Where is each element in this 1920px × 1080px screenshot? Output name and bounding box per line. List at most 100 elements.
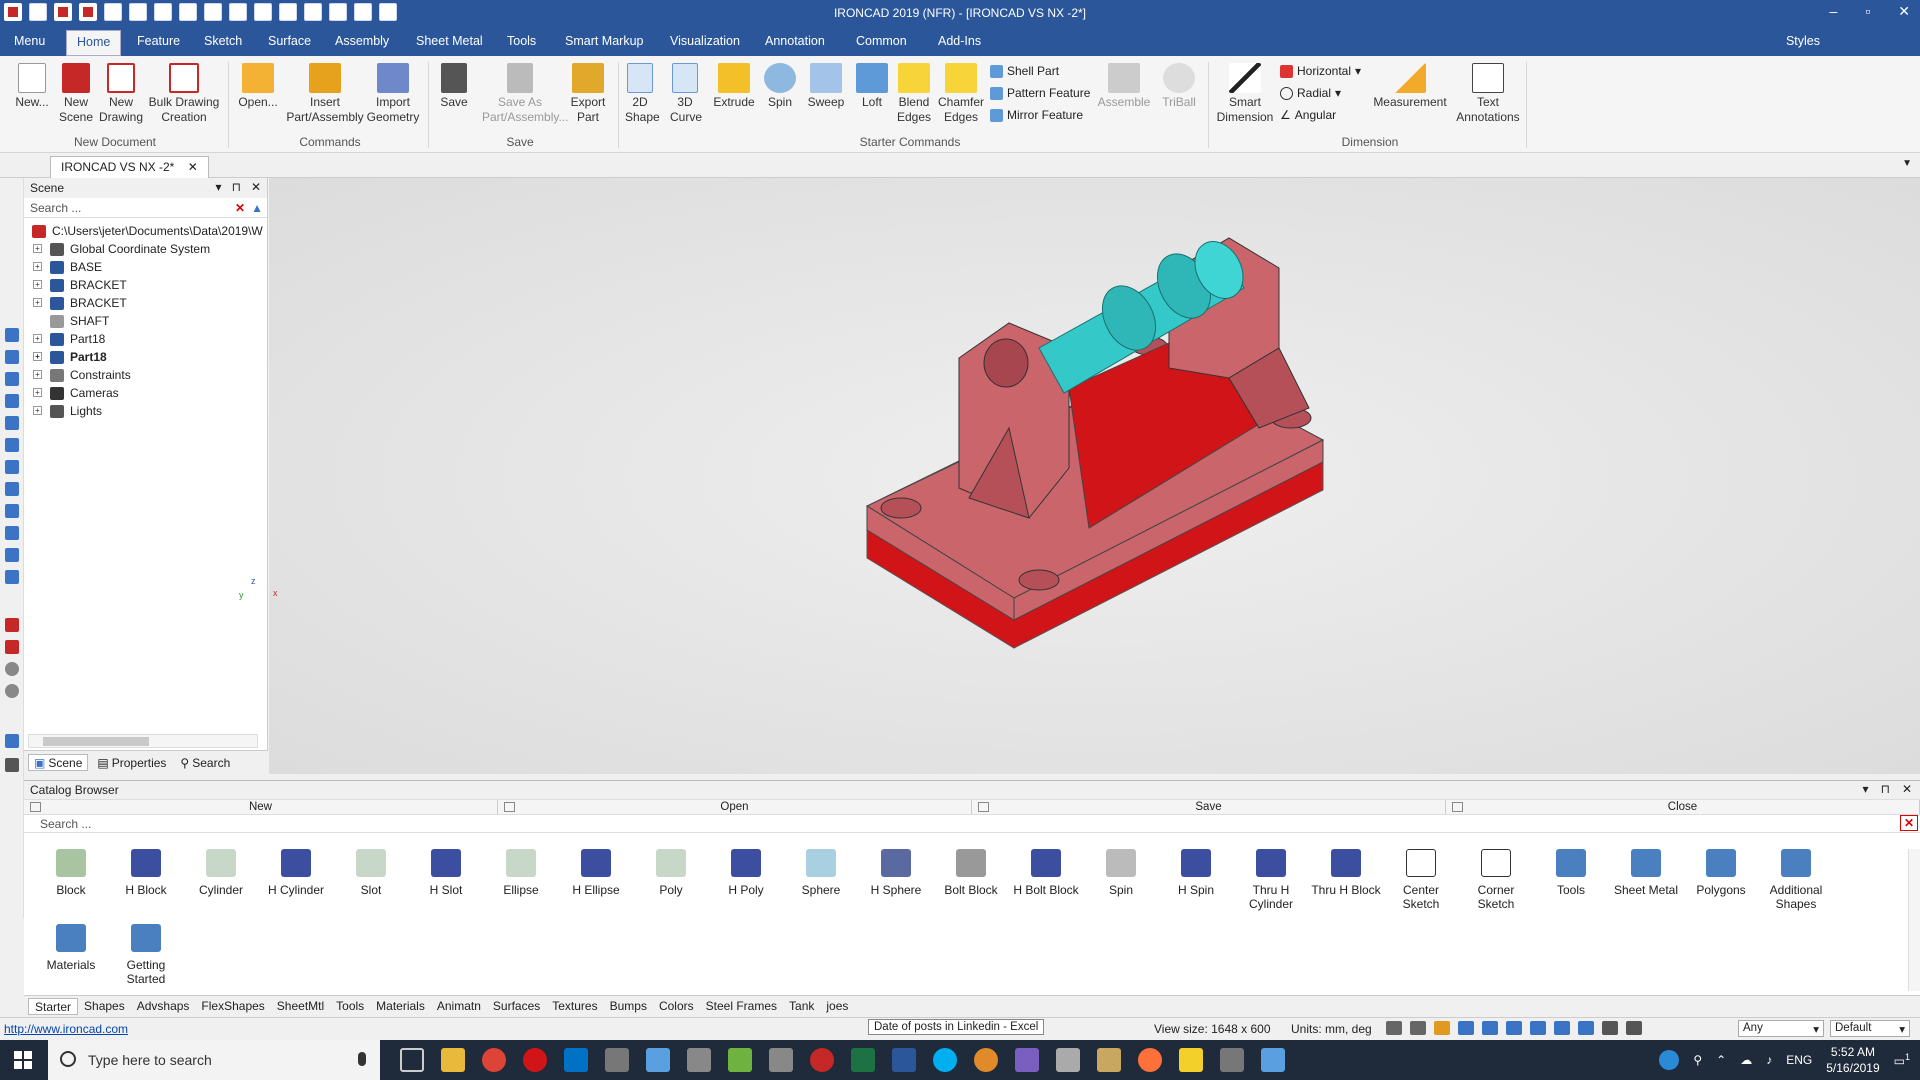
tab-feature[interactable]: Feature xyxy=(137,34,180,48)
tool-icon[interactable] xyxy=(5,734,19,748)
tree-item[interactable]: + Lights xyxy=(24,402,268,420)
tree-item[interactable]: + Part18 xyxy=(24,330,268,348)
volume-icon[interactable]: ♪ xyxy=(1766,1053,1772,1067)
start-button[interactable] xyxy=(14,1051,32,1069)
tab-home[interactable]: Home xyxy=(66,30,122,56)
catalog-item[interactable]: H Spin xyxy=(1159,849,1233,897)
tool-icon[interactable] xyxy=(5,662,19,676)
catalog-item[interactable]: H Ellipse xyxy=(559,849,633,897)
section-icon[interactable] xyxy=(1506,1021,1522,1035)
light-icon[interactable] xyxy=(1578,1021,1594,1035)
close-icon[interactable]: ✕ xyxy=(188,160,198,174)
tab-add-ins[interactable]: Add-Ins xyxy=(938,34,981,48)
microphone-icon[interactable] xyxy=(358,1052,366,1066)
tab-smart-markup[interactable]: Smart Markup xyxy=(565,34,644,48)
catalog-item[interactable]: Corner Sketch xyxy=(1459,849,1533,911)
new-scene-button[interactable]: New Scene xyxy=(56,63,96,125)
chevron-down-icon[interactable]: ▾ xyxy=(216,180,222,194)
tool-icon[interactable] xyxy=(5,394,19,408)
extrude-button[interactable]: Extrude xyxy=(710,63,758,110)
open-button[interactable]: Open... xyxy=(234,63,282,110)
measurement-button[interactable]: Measurement xyxy=(1368,63,1452,110)
tab-search[interactable]: ⚲ Search xyxy=(175,754,235,771)
tree-item[interactable]: + BRACKET xyxy=(24,294,268,312)
catalog-tab[interactable]: Textures xyxy=(546,998,603,1015)
catalog-item[interactable]: Additional Shapes xyxy=(1759,849,1833,911)
2d-shape-button[interactable]: 2D Shape xyxy=(620,63,660,125)
chamfer-edges-button[interactable]: Chamfer Edges xyxy=(936,63,986,125)
style-select[interactable]: Default ▾ xyxy=(1830,1020,1910,1037)
close-icon[interactable]: ✕ xyxy=(251,180,261,194)
catalog-item[interactable]: H Slot xyxy=(409,849,483,897)
task-view-icon[interactable] xyxy=(400,1048,424,1072)
catalog-item[interactable]: H Block xyxy=(109,849,183,897)
app-icon[interactable] xyxy=(687,1048,711,1072)
radial-dimension-button[interactable]: Radial ▾ xyxy=(1280,86,1341,100)
app-icon[interactable] xyxy=(646,1048,670,1072)
tree-item[interactable]: + Global Coordinate System xyxy=(24,240,268,258)
catalog-item[interactable]: Tools xyxy=(1534,849,1608,897)
catalog-tab[interactable]: Animatn xyxy=(431,998,487,1015)
catalog-search-input[interactable]: Search ... ✕ xyxy=(24,815,1920,833)
tool-icon[interactable] xyxy=(5,526,19,540)
tree-root[interactable]: C:\Users\jeter\Documents\Data\2019\W xyxy=(24,222,268,240)
zoom-icon[interactable] xyxy=(1386,1021,1402,1035)
catalog-item[interactable]: Spin xyxy=(1084,849,1158,897)
calculator-icon[interactable] xyxy=(1056,1048,1080,1072)
close-button[interactable]: ✕ xyxy=(1898,3,1910,20)
catalog-tab[interactable]: Tank xyxy=(783,998,820,1015)
expand-icon[interactable]: + xyxy=(33,388,42,397)
catalog-tab[interactable]: Materials xyxy=(370,998,431,1015)
document-tab[interactable]: IRONCAD VS NX -2* ✕ xyxy=(50,156,209,178)
tab-annotation[interactable]: Annotation xyxy=(765,34,825,48)
catalog-item[interactable]: Materials xyxy=(34,924,108,972)
catalog-open-button[interactable]: Open xyxy=(498,800,972,814)
part-model[interactable] xyxy=(240,178,1920,774)
catalog-tab[interactable]: SheetMtl xyxy=(271,998,330,1015)
chrome-icon[interactable] xyxy=(482,1048,506,1072)
new-button[interactable]: New... xyxy=(10,63,54,110)
skype-icon[interactable] xyxy=(933,1048,957,1072)
minimize-button[interactable]: – xyxy=(1830,3,1838,20)
catalog-tab[interactable]: joes xyxy=(820,998,854,1015)
3d-curve-button[interactable]: 3D Curve xyxy=(665,63,705,125)
chevron-down-icon[interactable]: ▼ xyxy=(1902,158,1912,169)
tool-icon[interactable] xyxy=(5,350,19,364)
3d-viewport[interactable]: z x y xyxy=(239,178,1920,774)
catalog-tab[interactable]: Advshaps xyxy=(131,998,196,1015)
catalog-item[interactable]: Thru H Cylinder xyxy=(1234,849,1308,911)
restore-button[interactable]: ▫ xyxy=(1865,3,1870,20)
chevron-down-icon[interactable]: ▾ xyxy=(1863,782,1869,796)
tool-icon[interactable] xyxy=(5,570,19,584)
tab-assembly[interactable]: Assembly xyxy=(335,34,389,48)
catalog-item[interactable]: Polygons xyxy=(1684,849,1758,897)
app-icon[interactable] xyxy=(1015,1048,1039,1072)
catalog-item[interactable]: H Sphere xyxy=(859,849,933,897)
tool-icon[interactable] xyxy=(5,372,19,386)
tab-surface[interactable]: Surface xyxy=(268,34,311,48)
catalog-item[interactable]: Bolt Block xyxy=(934,849,1008,897)
expand-icon[interactable]: + xyxy=(33,406,42,415)
clear-search-icon[interactable]: ✕ xyxy=(235,201,245,215)
close-icon[interactable]: ✕ xyxy=(1902,782,1912,796)
pointer-icon[interactable] xyxy=(1602,1021,1618,1035)
word-icon[interactable] xyxy=(892,1048,916,1072)
scene-horizontal-scrollbar[interactable] xyxy=(28,734,258,748)
tool-icon[interactable] xyxy=(5,618,19,632)
scrollbar-thumb[interactable] xyxy=(43,737,149,746)
tool-icon[interactable] xyxy=(5,460,19,474)
camera-icon[interactable] xyxy=(1530,1021,1546,1035)
new-drawing-button[interactable]: New Drawing xyxy=(98,63,144,125)
catalog-save-button[interactable]: Save xyxy=(972,800,1446,814)
catalog-tab[interactable]: Starter xyxy=(28,998,79,1015)
catalog-item[interactable]: Ellipse xyxy=(484,849,558,897)
text-annotations-button[interactable]: Text Annotations xyxy=(1452,63,1524,125)
save-as-button[interactable]: Save As Part/Assembly... xyxy=(474,63,568,125)
app-icon[interactable] xyxy=(810,1048,834,1072)
catalog-item[interactable]: H Poly xyxy=(709,849,783,897)
blend-edges-button[interactable]: Blend Edges xyxy=(894,63,934,125)
catalog-item[interactable]: Slot xyxy=(334,849,408,897)
catalog-item[interactable]: Center Sketch xyxy=(1384,849,1458,911)
tree-item[interactable]: + Constraints xyxy=(24,366,268,384)
tool-icon[interactable] xyxy=(5,640,19,654)
